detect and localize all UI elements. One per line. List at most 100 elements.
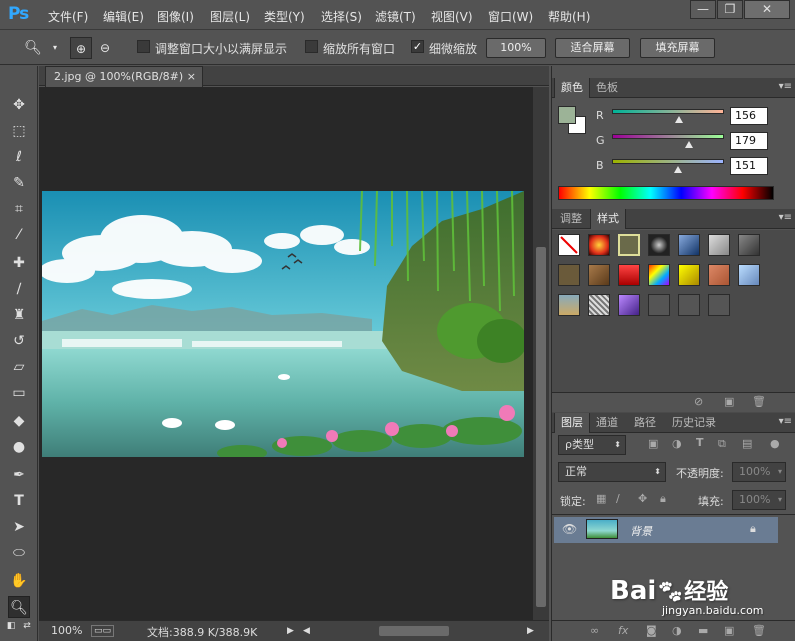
zoom-in-icon[interactable]: ⊕ [70, 37, 92, 59]
scrubby-zoom-checkbox[interactable]: ✓ [411, 40, 424, 53]
style-7[interactable] [738, 234, 760, 256]
menu-window[interactable]: 窗口(W) [488, 8, 533, 25]
b-value[interactable]: 151 [730, 157, 768, 175]
canvas-area[interactable] [39, 87, 533, 620]
new-style-icon[interactable]: ▣ [724, 395, 734, 408]
tab-color[interactable]: 颜色 [554, 78, 590, 98]
menu-file[interactable]: 文件(F) [48, 8, 88, 25]
pen-tool-icon[interactable]: ✒ [8, 464, 30, 486]
style-13[interactable] [708, 264, 730, 286]
menu-help[interactable]: 帮助(H) [548, 8, 590, 25]
zoom-tool-preset-icon[interactable]: 🔍︎ [22, 37, 44, 59]
delete-layer-icon[interactable]: 🗑︎ [752, 624, 766, 637]
new-layer-icon[interactable]: ▣ [724, 624, 734, 637]
menu-view[interactable]: 视图(V) [431, 8, 473, 25]
menu-type[interactable]: 类型(Y) [264, 8, 305, 25]
style-2[interactable] [588, 234, 610, 256]
clear-style-icon[interactable]: ⊘ [694, 395, 703, 408]
move-tool-icon[interactable]: ✥ [8, 94, 30, 116]
scroll-left-icon[interactable]: ◀ [303, 626, 310, 636]
filter-pixel-icon[interactable]: ▣ [648, 437, 658, 450]
blur-tool-icon[interactable]: ◆ [8, 410, 30, 432]
style-12[interactable] [678, 264, 700, 286]
status-info-icon[interactable]: ▭▭ [91, 625, 115, 637]
default-colors-icon[interactable]: ◧ [4, 619, 18, 633]
layer-name[interactable]: 背景 [630, 523, 652, 539]
color-spectrum-bar[interactable] [558, 186, 774, 200]
menu-edit[interactable]: 编辑(E) [103, 8, 144, 25]
zoom-tool-icon[interactable]: 🔍︎ [8, 596, 30, 618]
healing-brush-tool-icon[interactable]: ✚ [8, 252, 30, 274]
style-15[interactable] [558, 294, 580, 316]
dodge-tool-icon[interactable]: ● [8, 436, 30, 458]
style-10[interactable] [618, 264, 640, 286]
r-slider-knob[interactable] [675, 116, 683, 123]
hand-tool-icon[interactable]: ✋ [8, 570, 30, 592]
eraser-tool-icon[interactable]: ▱ [8, 356, 30, 378]
lock-transparent-icon[interactable]: ▦ [596, 492, 606, 505]
eyedropper-tool-icon[interactable]: ⁄ [8, 224, 30, 246]
r-value[interactable]: 156 [730, 107, 768, 125]
g-value[interactable]: 179 [730, 132, 768, 150]
path-select-tool-icon[interactable]: ➤ [8, 516, 30, 538]
lasso-tool-icon[interactable]: ℓ [8, 146, 30, 168]
styles-panel-menu-icon[interactable]: ▾≡ [779, 212, 792, 223]
adjustment-layer-icon[interactable]: ◑ [672, 624, 682, 637]
tab-paths[interactable]: 路径 [628, 413, 662, 433]
close-button[interactable]: ✕ [744, 0, 790, 19]
filter-type-icon[interactable]: T [696, 436, 704, 449]
zoom-100-button[interactable]: 100% [486, 38, 546, 58]
scroll-right-icon[interactable]: ▶ [527, 626, 534, 636]
color-panel-menu-icon[interactable]: ▾≡ [779, 81, 792, 92]
delete-style-icon[interactable]: 🗑︎ [752, 395, 766, 408]
style-8[interactable] [558, 264, 580, 286]
status-menu-arrow-icon[interactable]: ▶ [287, 626, 294, 636]
filter-smart-icon[interactable]: ▤ [742, 437, 752, 450]
zoom-level[interactable]: 100% [51, 624, 82, 637]
layer-mask-icon[interactable]: ◙ [646, 624, 657, 637]
lock-pixels-icon[interactable]: ∕ [616, 492, 620, 505]
filter-shape-icon[interactable]: ⧉ [718, 437, 726, 451]
marquee-tool-icon[interactable]: ⬚ [8, 120, 30, 142]
style-17[interactable] [618, 294, 640, 316]
foreground-color-swatch[interactable] [558, 106, 576, 124]
close-tab-icon[interactable]: × [187, 67, 196, 87]
crop-tool-icon[interactable]: ⌗ [8, 198, 30, 220]
layer-filter-dropdown[interactable]: ρ类型 ⬍ [558, 435, 626, 455]
new-group-icon[interactable]: ▬ [698, 624, 708, 637]
resize-windows-checkbox[interactable] [137, 40, 150, 53]
filter-toggle-icon[interactable]: ● [770, 437, 780, 450]
menu-image[interactable]: 图像(I) [157, 8, 194, 25]
tab-history[interactable]: 历史记录 [666, 413, 722, 433]
style-3[interactable] [618, 234, 640, 256]
fill-screen-button[interactable]: 填充屏幕 [640, 38, 715, 58]
tab-layers[interactable]: 图层 [554, 413, 590, 433]
layer-row[interactable]: 👁︎ 背景 🔒︎ [554, 517, 778, 543]
tab-styles[interactable]: 样式 [590, 209, 626, 229]
restore-button[interactable]: ❐ [717, 0, 743, 19]
style-9[interactable] [588, 264, 610, 286]
style-none[interactable] [558, 234, 580, 256]
gradient-tool-icon[interactable]: ▭ [8, 382, 30, 404]
layer-fx-icon[interactable]: fx [618, 624, 628, 637]
style-11[interactable] [648, 264, 670, 286]
tab-channels[interactable]: 通道 [590, 413, 624, 433]
style-19[interactable] [678, 294, 700, 316]
style-14[interactable] [738, 264, 760, 286]
style-6[interactable] [708, 234, 730, 256]
style-18[interactable] [648, 294, 670, 316]
ellipse-tool-icon[interactable]: ⬭ [8, 542, 30, 564]
lock-position-icon[interactable]: ✥ [638, 492, 647, 505]
horizontal-scroll-thumb[interactable] [379, 626, 449, 636]
style-5[interactable] [678, 234, 700, 256]
g-slider-knob[interactable] [685, 141, 693, 148]
layers-panel-menu-icon[interactable]: ▾≡ [779, 416, 792, 427]
brush-tool-icon[interactable]: ∕ [8, 278, 30, 300]
eye-icon[interactable]: 👁︎ [562, 522, 577, 536]
zoom-out-icon[interactable]: ⊖ [94, 37, 116, 59]
swap-colors-icon[interactable]: ⇄ [20, 619, 34, 633]
r-slider[interactable] [612, 109, 724, 114]
lock-all-icon[interactable]: 🔒︎ [660, 492, 666, 506]
style-4[interactable] [648, 234, 670, 256]
opacity-field[interactable]: 100% ▾ [732, 462, 786, 482]
